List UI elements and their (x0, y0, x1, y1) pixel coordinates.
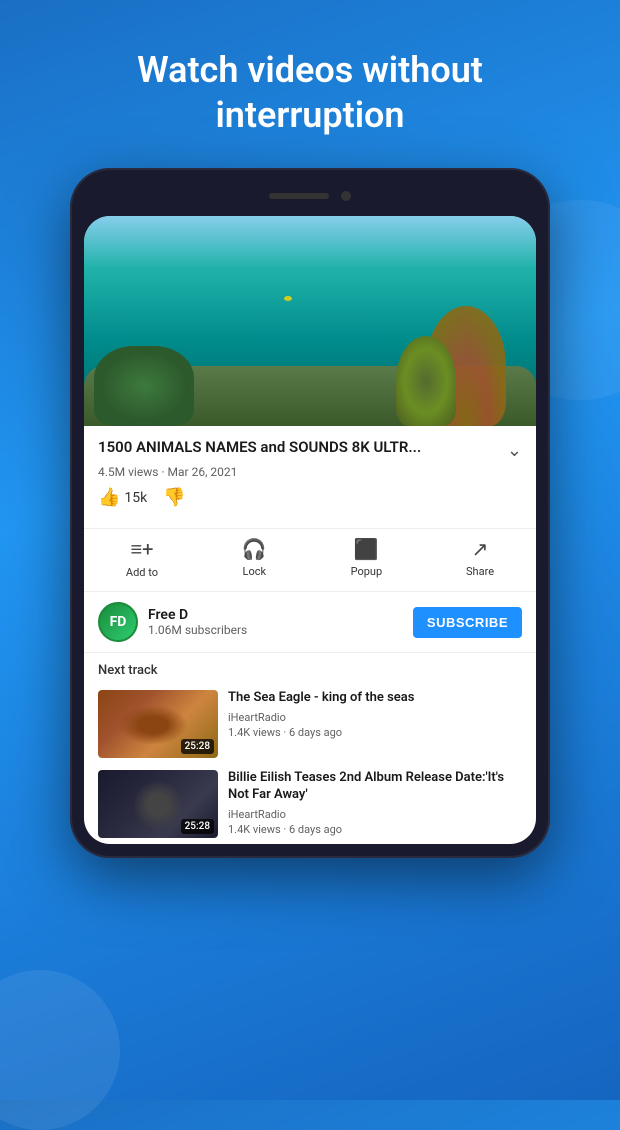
track-duration-2: 25:28 (181, 819, 214, 834)
phone-frame: 1500 ANIMALS NAMES and SOUNDS 8K ULTR...… (70, 168, 550, 858)
channel-avatar: FD (98, 602, 138, 642)
video-title: 1500 ANIMALS NAMES and SOUNDS 8K ULTR... (98, 438, 499, 456)
like-count: 15k (124, 490, 147, 506)
eagle-silhouette (118, 705, 188, 745)
track-duration-1: 25:28 (181, 739, 214, 754)
track-title-1: The Sea Eagle - king of the seas (228, 690, 522, 707)
person-silhouette (133, 780, 183, 830)
popup-icon: ⬛ (354, 537, 379, 561)
channel-name[interactable]: Free D (148, 607, 413, 623)
thumbs-up-icon: 👍 (98, 487, 120, 508)
deco-circle-1 (0, 970, 120, 1130)
actions-row: ≡+ Add to 🎧 Lock ⬛ Popup ↗ Share (84, 528, 536, 592)
track-meta-1: 1.4K views · 6 days ago (228, 726, 522, 739)
track-channel-2: iHeartRadio (228, 808, 522, 821)
phone-screen: 1500 ANIMALS NAMES and SOUNDS 8K ULTR...… (84, 216, 536, 844)
likes-row: 👍 15k 👎 (98, 487, 522, 508)
popup-button[interactable]: ⬛ Popup (351, 537, 383, 579)
track-thumb-1: 25:28 (98, 690, 218, 758)
track-channel-1: iHeartRadio (228, 711, 522, 724)
dislike-button[interactable]: 👎 (163, 487, 185, 508)
like-button[interactable]: 👍 15k (98, 487, 147, 508)
track-details-1: The Sea Eagle - king of the seas iHeartR… (228, 690, 522, 739)
lock-button[interactable]: 🎧 Lock (242, 537, 267, 579)
coral-scene (84, 216, 536, 426)
video-title-row: 1500 ANIMALS NAMES and SOUNDS 8K ULTR...… (98, 438, 522, 461)
phone-camera (341, 191, 351, 201)
video-thumbnail[interactable] (84, 216, 536, 426)
view-count: 4.5M views (98, 465, 158, 479)
phone-notch-bar (84, 182, 536, 210)
coral-2 (396, 336, 456, 426)
channel-info: Free D 1.06M subscribers (148, 607, 413, 637)
track-meta-2: 1.4K views · 6 days ago (228, 823, 522, 836)
coral-3 (94, 346, 194, 426)
phone-speaker (269, 193, 329, 199)
hero-title: Watch videos without interruption (0, 0, 620, 168)
add-to-label: Add to (126, 566, 158, 579)
popup-label: Popup (351, 565, 383, 578)
avatar-letter: FD (110, 614, 127, 630)
video-meta: 4.5M views · Mar 26, 2021 (98, 465, 522, 479)
share-label: Share (466, 565, 494, 578)
chevron-down-icon[interactable]: ⌄ (507, 440, 522, 461)
track-item-1[interactable]: 25:28 The Sea Eagle - king of the seas i… (84, 684, 536, 764)
add-to-button[interactable]: ≡+ Add to (126, 537, 158, 579)
subscribe-button[interactable]: SUBSCRIBE (413, 607, 522, 638)
track-item-2[interactable]: 25:28 Billie Eilish Teases 2nd Album Rel… (84, 764, 536, 844)
track-thumb-2: 25:28 (98, 770, 218, 838)
channel-subscribers: 1.06M subscribers (148, 623, 413, 637)
lock-label: Lock (243, 565, 267, 578)
share-button[interactable]: ↗ Share (466, 537, 494, 579)
channel-row: FD Free D 1.06M subscribers SUBSCRIBE (84, 592, 536, 653)
track-details-2: Billie Eilish Teases 2nd Album Release D… (228, 770, 522, 836)
lock-icon: 🎧 (242, 537, 267, 561)
upload-date: Mar 26, 2021 (168, 465, 238, 479)
add-to-icon: ≡+ (130, 537, 153, 562)
fish (284, 296, 292, 301)
video-info: 1500 ANIMALS NAMES and SOUNDS 8K ULTR...… (84, 426, 536, 528)
track-title-2: Billie Eilish Teases 2nd Album Release D… (228, 770, 522, 804)
thumbs-down-icon: 👎 (163, 487, 185, 508)
share-icon: ↗ (472, 537, 489, 561)
phone-wrapper: 1500 ANIMALS NAMES and SOUNDS 8K ULTR...… (0, 168, 620, 858)
next-track-label: Next track (84, 653, 536, 684)
